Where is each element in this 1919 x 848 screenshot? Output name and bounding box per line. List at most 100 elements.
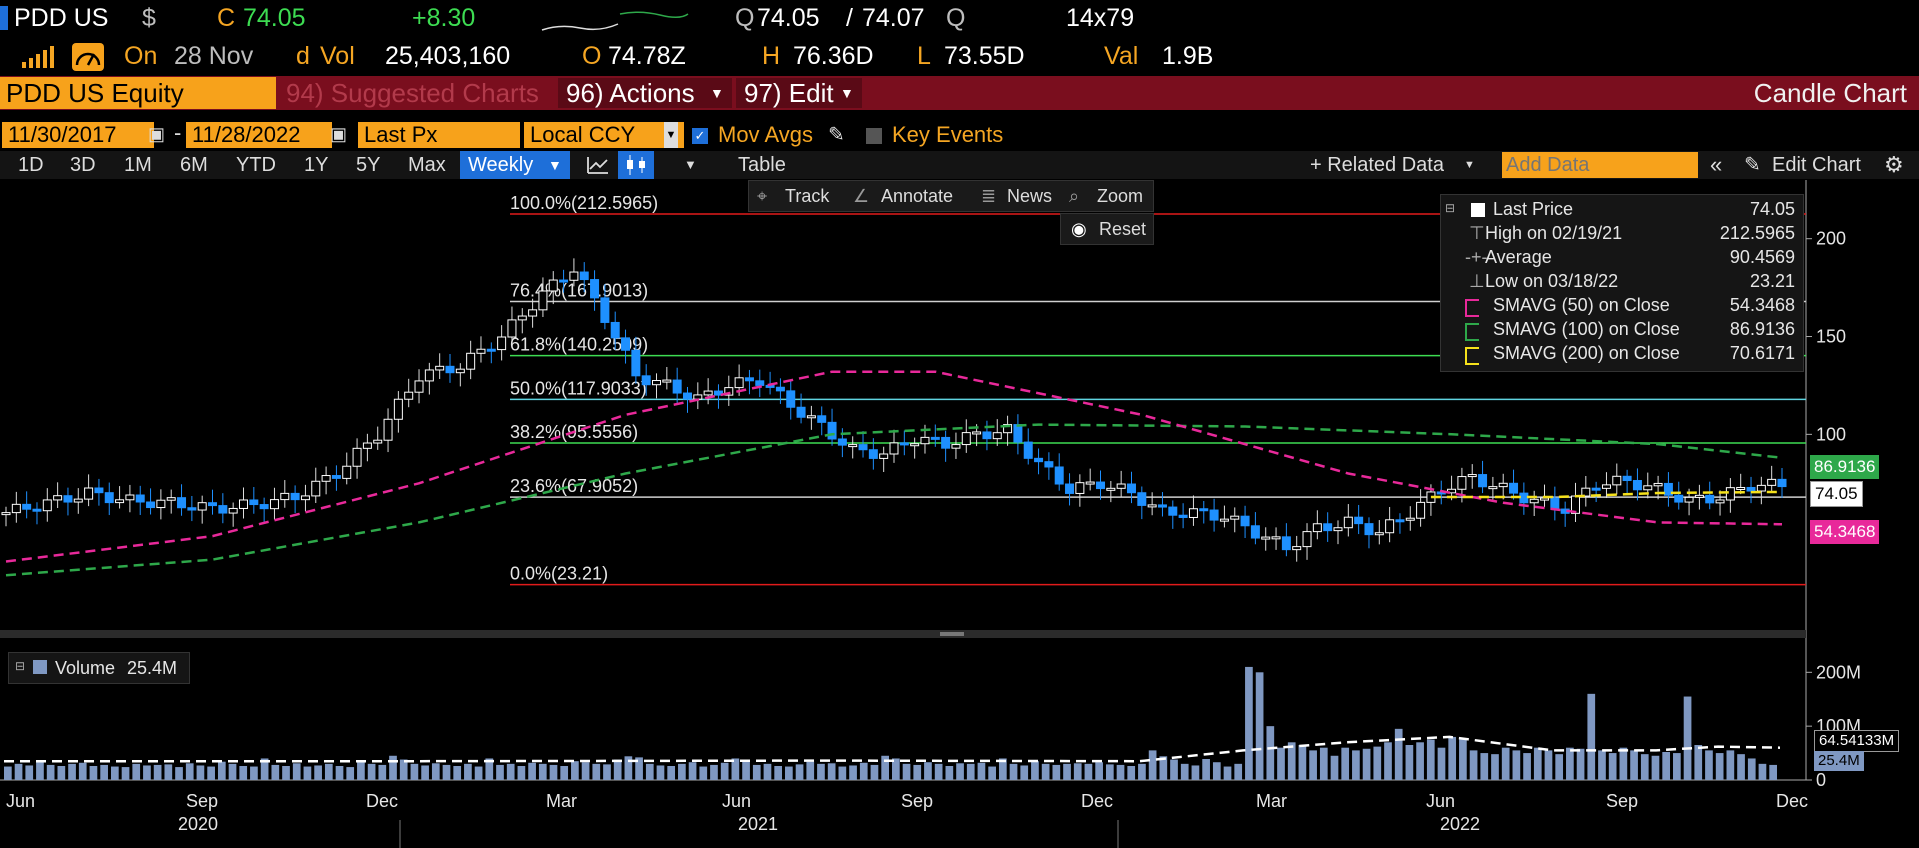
period-6m[interactable]: 6M (176, 151, 212, 179)
speedometer-icon[interactable] (72, 43, 104, 71)
volume-bar-61 (656, 765, 665, 780)
legend-sma100: SMAVG (100) on Close 86.9136 (1441, 319, 1801, 343)
security-field-text: PDD US Equity (6, 78, 184, 108)
volume-bar-76 (817, 763, 825, 780)
volume-bar-55 (592, 763, 601, 780)
period-5y[interactable]: 5Y (352, 151, 384, 179)
end-calendar-icon[interactable]: ▣ (330, 124, 347, 145)
period-max[interactable]: Max (404, 151, 450, 179)
volume-bar-1 (14, 763, 23, 780)
edit-menu[interactable]: 97) Edit ▼ (736, 78, 862, 108)
start-calendar-icon[interactable]: ▣ (148, 124, 165, 145)
candle-body-49 (507, 319, 517, 338)
volume-bar-123 (1319, 747, 1328, 780)
candle-body-132 (1364, 523, 1374, 536)
volume-bar-140 (1501, 747, 1510, 780)
start-date-field[interactable]: 11/30/2017 (2, 122, 154, 148)
candle-body-110 (1137, 492, 1147, 506)
mov-avgs-checkbox[interactable]: ✓ (692, 128, 708, 144)
volume-bar-159 (1705, 750, 1713, 780)
volume-bar-13 (143, 765, 151, 780)
annotate-button[interactable]: Annotate (881, 181, 953, 211)
currency-selector[interactable]: Local CCY (524, 122, 684, 148)
table-button[interactable]: Table (734, 151, 790, 179)
legend-low-value: 23.21 (1749, 271, 1795, 291)
period-1m[interactable]: 1M (120, 151, 156, 179)
volume-bar-100 (1073, 763, 1082, 780)
volume-bar-69 (742, 761, 750, 780)
candle-body-15 (156, 499, 166, 509)
period-ytd[interactable]: YTD (232, 151, 280, 179)
signal-icon (22, 46, 54, 68)
chart-style-caret-icon[interactable]: ▼ (684, 151, 697, 179)
ticker[interactable]: PDD US (14, 2, 108, 34)
last-price-tag: 74.05 (1810, 481, 1863, 507)
volume-bar-91 (977, 762, 986, 780)
volume-bar-84 (902, 763, 911, 780)
period-3d[interactable]: 3D (66, 151, 100, 179)
candle-body-85 (879, 453, 889, 459)
pencil-icon[interactable]: ✎ (828, 122, 845, 147)
volume-bar-49 (528, 762, 536, 780)
candle-body-168 (1736, 486, 1746, 490)
volume-bar-125 (1341, 747, 1350, 780)
volume-bar-77 (827, 763, 836, 780)
frequency-selector[interactable]: Weekly ▼ (460, 151, 570, 179)
date-dash: - (174, 120, 182, 145)
candle-body-79 (817, 415, 827, 423)
candle-body-99 (1023, 441, 1033, 459)
low-marker-icon: ⊥ (1469, 271, 1485, 291)
actions-menu[interactable]: 96) Actions ▼ (558, 78, 732, 108)
candle-chart-icon[interactable] (618, 151, 654, 179)
edit-chart-button[interactable]: Edit Chart (1768, 151, 1865, 179)
volume-bar-162 (1737, 754, 1745, 780)
volume-legend-collapse-icon[interactable]: ⊟ (15, 659, 25, 673)
candle-body-62 (641, 375, 651, 386)
candle-body-106 (1096, 481, 1106, 490)
candle-body-84 (868, 449, 878, 459)
candle-body-80 (827, 421, 837, 440)
period-1d[interactable]: 1D (14, 151, 48, 179)
add-data-input[interactable] (1502, 152, 1698, 178)
candle-body-1 (11, 503, 21, 514)
suggested-charts-menu[interactable]: 94) Suggested Charts (286, 76, 539, 110)
field-selector[interactable]: Last Px (358, 122, 520, 148)
candle-body-142 (1467, 474, 1477, 478)
gear-icon[interactable]: ⚙ (1884, 151, 1904, 179)
volume-bar-39 (421, 765, 429, 780)
currency-caret-icon[interactable]: ▼ (664, 122, 678, 148)
volume-bar-114 (1223, 766, 1232, 780)
collapse-icon[interactable]: « (1710, 151, 1722, 179)
related-data-button[interactable]: + Related Data (1306, 151, 1448, 179)
intraday-sparkline (541, 11, 689, 31)
legend-sma200: SMAVG (200) on Close 70.6171 (1441, 343, 1801, 367)
line-chart-icon[interactable] (586, 155, 610, 175)
volume-bar-35 (378, 764, 387, 780)
candle-body-98 (1013, 424, 1023, 443)
end-date-field[interactable]: 11/28/2022 (186, 122, 332, 148)
candle-body-7 (73, 498, 83, 503)
related-data-caret-icon[interactable]: ▼ (1464, 151, 1475, 179)
price-tick-label-1: 150 (1816, 327, 1846, 347)
volume-bar-16 (175, 767, 183, 780)
security-field[interactable]: PDD US Equity (0, 77, 276, 109)
candle-body-64 (662, 379, 672, 383)
candle-body-128 (1323, 523, 1333, 532)
reset-radio-icon: ◉ (1071, 219, 1087, 239)
zoom-button[interactable]: Zoom (1097, 181, 1143, 211)
volume-bar-158 (1694, 745, 1703, 780)
track-button[interactable]: Track (785, 181, 829, 211)
volume-bar-135 (1448, 736, 1457, 780)
volume-legend-label: Volume (55, 658, 116, 678)
volume-bar-46 (496, 764, 504, 780)
period-1y[interactable]: 1Y (300, 151, 332, 179)
news-button[interactable]: News (1007, 181, 1052, 211)
candle-body-27 (280, 492, 290, 501)
reset-button[interactable]: ◉ Reset (1060, 213, 1154, 245)
panel-divider (0, 630, 1806, 638)
candle-body-76 (786, 390, 796, 408)
candle-body-6 (63, 495, 73, 503)
key-events-checkbox[interactable] (866, 128, 882, 144)
legend-last-price: Last Price 74.05 (1441, 199, 1801, 223)
zoom-icon: ⌕ (1069, 186, 1080, 206)
